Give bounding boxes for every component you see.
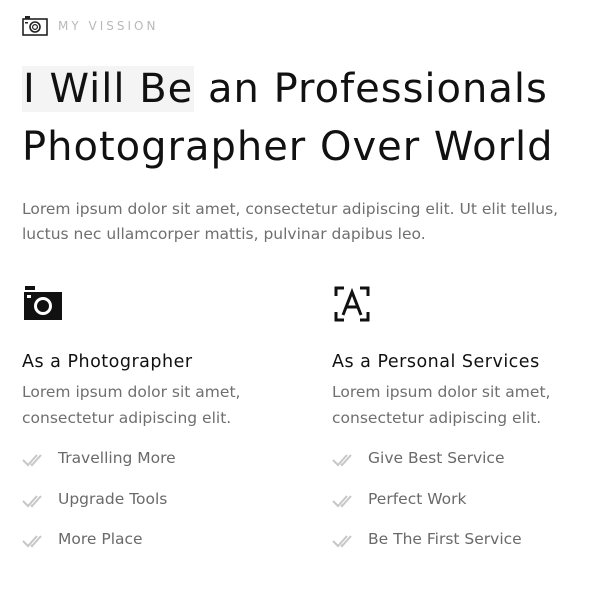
list-item-label: Travelling More	[58, 449, 176, 467]
double-check-icon	[332, 533, 356, 549]
double-check-icon	[332, 493, 356, 509]
feature-description: Lorem ipsum dolor sit amet, consectetur …	[22, 383, 241, 427]
list-item-label: Give Best Service	[368, 449, 505, 467]
feature-list: Give Best Service Perfect Work Be The Fi…	[332, 449, 592, 571]
list-item: Perfect Work	[332, 490, 592, 531]
double-check-icon	[22, 533, 46, 549]
camera-icon	[22, 14, 48, 38]
feature-description: Lorem ipsum dolor sit amet, consectetur …	[332, 383, 551, 427]
list-item-label: Perfect Work	[368, 489, 467, 508]
list-item: Upgrade Tools	[22, 490, 282, 531]
list-item: More Place	[22, 530, 282, 571]
list-item: Be The First Service	[332, 530, 592, 571]
double-check-icon	[22, 493, 46, 509]
feature-photographer: As a Photographer Lorem ipsum dolor sit …	[22, 284, 282, 571]
feature-title: As a Photographer	[22, 352, 193, 372]
feature-list: Travelling More Upgrade Tools More Place	[22, 449, 282, 571]
list-item-label: More Place	[58, 530, 143, 548]
headline-highlight: I Will Be	[22, 66, 195, 112]
list-item: Travelling More	[22, 449, 282, 490]
feature-title: As a Personal Services	[332, 352, 540, 372]
font-icon	[332, 284, 374, 324]
eyebrow-label: MY VISSION	[58, 19, 159, 33]
eyebrow: MY VISSION	[22, 14, 158, 38]
camera-icon	[22, 284, 64, 324]
list-item-label: Be The First Service	[368, 530, 522, 548]
feature-personal-services: As a Personal Services Lorem ipsum dolor…	[332, 284, 592, 571]
page-title: I Will Be an Professionals Photographer …	[22, 60, 582, 176]
intro-text: Lorem ipsum dolor sit amet, consectetur …	[22, 200, 559, 243]
list-item-label: Upgrade Tools	[58, 489, 168, 508]
double-check-icon	[22, 452, 46, 468]
double-check-icon	[332, 452, 356, 468]
list-item: Give Best Service	[332, 449, 592, 490]
